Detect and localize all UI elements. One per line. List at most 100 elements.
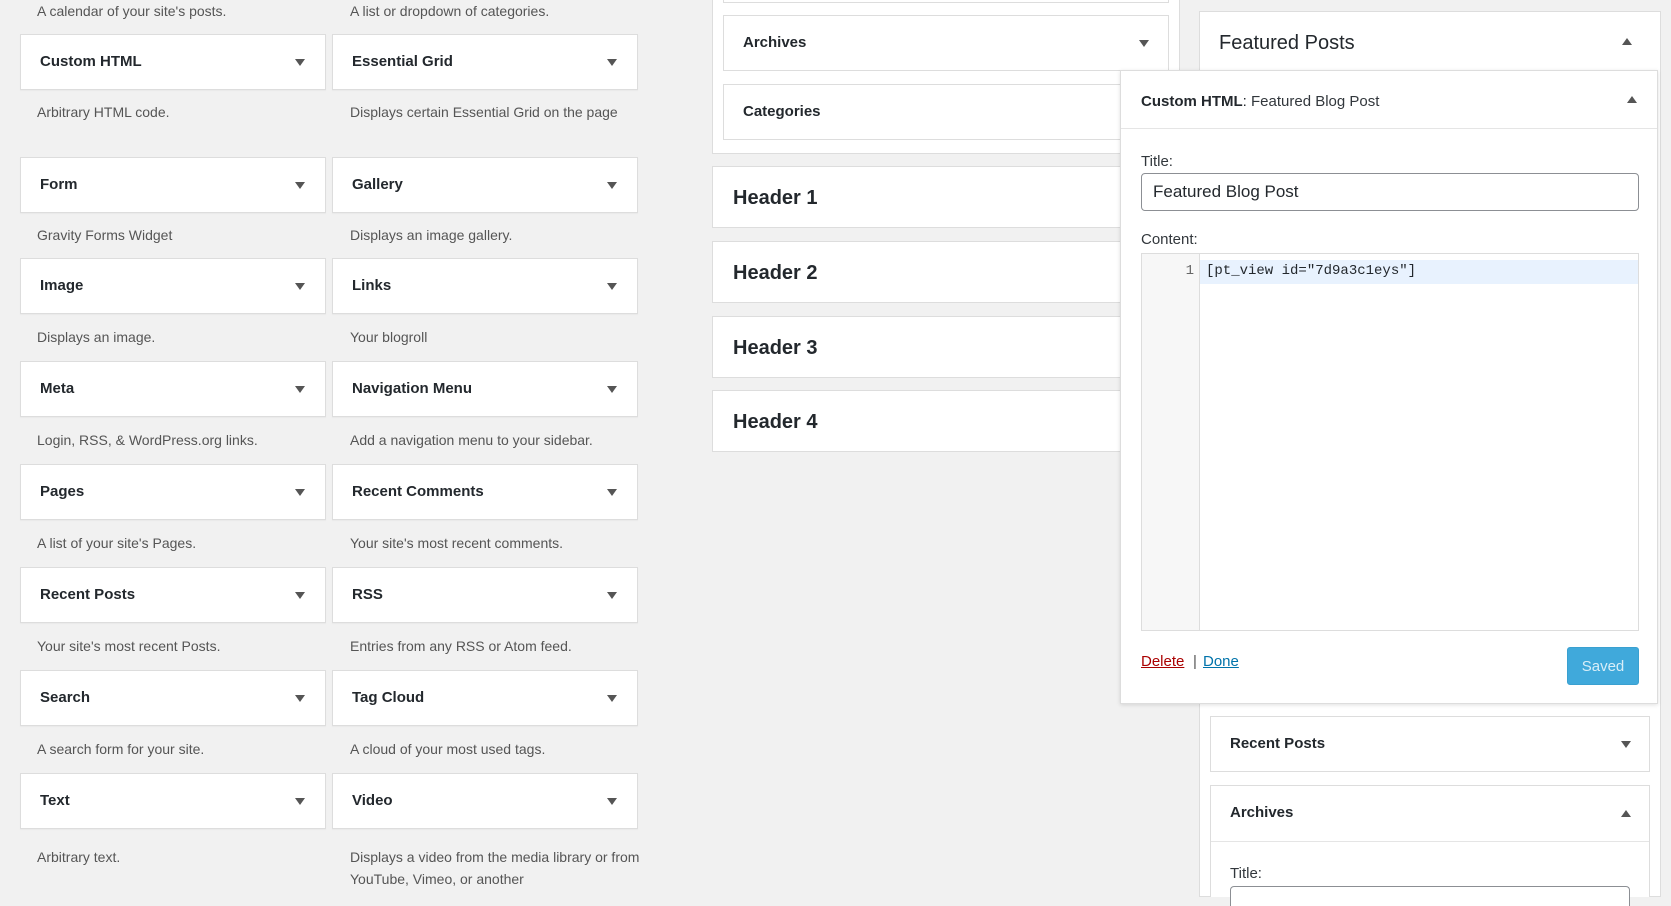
- chevron-down-icon[interactable]: [295, 182, 305, 189]
- widget-title: Pages: [40, 483, 85, 500]
- sidebar-widget-categories[interactable]: Categories: [723, 84, 1169, 140]
- widget-tag-cloud[interactable]: Tag Cloud: [332, 670, 638, 726]
- widget-links[interactable]: Links: [332, 258, 638, 314]
- widget-description: Entries from any RSS or Atom feed.: [350, 638, 572, 654]
- link-separator: |: [1193, 653, 1197, 670]
- line-number: 1: [1185, 263, 1194, 279]
- chevron-down-icon[interactable]: [295, 695, 305, 702]
- chevron-down-icon[interactable]: [607, 283, 617, 290]
- chevron-down-icon[interactable]: [1621, 741, 1631, 748]
- widget-heading: Custom HTML: Featured Blog Post: [1141, 93, 1379, 110]
- chevron-down-icon[interactable]: [295, 283, 305, 290]
- heading-separator: :: [1242, 93, 1247, 110]
- sidebar-title: Header 4: [733, 411, 818, 433]
- sidebar-title: Header 1: [733, 187, 818, 209]
- featured-widget-archives[interactable]: Archives Title:: [1210, 785, 1650, 906]
- sidebar-widget-archives[interactable]: Archives: [723, 15, 1169, 71]
- chevron-down-icon[interactable]: [607, 798, 617, 805]
- widget-description: Add a navigation menu to your sidebar.: [350, 432, 593, 448]
- content-label: Content:: [1141, 231, 1198, 248]
- title-label: Title:: [1230, 865, 1262, 882]
- chevron-down-icon[interactable]: [607, 182, 617, 189]
- widget-pages[interactable]: Pages: [20, 464, 326, 520]
- done-link[interactable]: Done: [1203, 653, 1239, 670]
- title-input[interactable]: [1141, 173, 1639, 211]
- chevron-up-icon[interactable]: [1622, 38, 1632, 45]
- widget-title: Recent Posts: [1230, 735, 1326, 752]
- widget-title: Text: [40, 792, 70, 809]
- featured-widget-recent-posts[interactable]: Recent Posts: [1210, 716, 1650, 772]
- widget-video[interactable]: Video: [332, 773, 638, 829]
- chevron-down-icon[interactable]: [607, 592, 617, 599]
- widget-header[interactable]: Custom HTML: Featured Blog Post: [1121, 71, 1657, 129]
- chevron-down-icon[interactable]: [1139, 40, 1149, 47]
- chevron-up-icon[interactable]: [1627, 96, 1637, 103]
- chevron-down-icon[interactable]: [607, 489, 617, 496]
- widget-description: A list of your site's Pages.: [37, 535, 197, 551]
- widget-title: Meta: [40, 380, 75, 397]
- widget-description: Your site's most recent comments.: [350, 535, 564, 551]
- chevron-down-icon[interactable]: [607, 695, 617, 702]
- widget-recent-comments[interactable]: Recent Comments: [332, 464, 638, 520]
- widget-description: Arbitrary HTML code.: [37, 104, 170, 120]
- sidebar-header-4[interactable]: Header 4: [712, 390, 1122, 452]
- sidebar-title: Header 3: [733, 337, 818, 359]
- line-gutter: 1: [1142, 254, 1200, 630]
- widget-description: Login, RSS, & WordPress.org links.: [37, 432, 258, 448]
- widget-title: Links: [352, 277, 392, 294]
- widget-rss[interactable]: RSS: [332, 567, 638, 623]
- chevron-down-icon[interactable]: [607, 59, 617, 66]
- widget-recent-posts[interactable]: Recent Posts: [20, 567, 326, 623]
- sidebar-header-1[interactable]: Header 1: [712, 166, 1122, 228]
- widget-title: RSS: [352, 586, 383, 603]
- chevron-up-icon[interactable]: [1621, 810, 1631, 817]
- widget-title: Video: [352, 792, 393, 809]
- widget-image[interactable]: Image: [20, 258, 326, 314]
- widget-text[interactable]: Text: [20, 773, 326, 829]
- chevron-down-icon[interactable]: [295, 59, 305, 66]
- saved-button[interactable]: Saved: [1567, 647, 1639, 685]
- widget-instance-title: Featured Blog Post: [1251, 93, 1380, 110]
- code-editor[interactable]: 1 [pt_view id="7d9a3c1eys"]: [1141, 253, 1639, 631]
- custom-html-widget-editor: Custom HTML: Featured Blog Post Title: C…: [1120, 70, 1658, 704]
- widget-navigation-menu[interactable]: Navigation Menu: [332, 361, 638, 417]
- widget-description: Your blogroll: [350, 329, 428, 345]
- widget-description: Displays an image.: [37, 329, 156, 345]
- widget-title: Archives: [1230, 804, 1294, 821]
- chevron-down-icon[interactable]: [295, 386, 305, 393]
- widget-form[interactable]: Form: [20, 157, 326, 213]
- widget-meta[interactable]: Meta: [20, 361, 326, 417]
- widget-description: Displays an image gallery.: [350, 227, 513, 243]
- widget-description: Displays certain Essential Grid on the p…: [350, 104, 618, 120]
- sidebar-header-2[interactable]: Header 2: [712, 241, 1122, 303]
- widget-essential-grid[interactable]: Essential Grid: [332, 34, 638, 90]
- chevron-down-icon[interactable]: [295, 798, 305, 805]
- delete-link[interactable]: Delete: [1141, 653, 1184, 670]
- widget-title: Essential Grid: [352, 53, 453, 70]
- widget-description: A cloud of your most used tags.: [350, 741, 546, 757]
- sidebar-header-3[interactable]: Header 3: [712, 316, 1122, 378]
- chevron-down-icon[interactable]: [607, 386, 617, 393]
- widget-header[interactable]: Archives: [1211, 786, 1649, 842]
- widget-title: Categories: [743, 103, 821, 120]
- widget-title: Gallery: [352, 176, 403, 193]
- widget-title: Image: [40, 277, 84, 294]
- sidebar-title: Header 2: [733, 262, 818, 284]
- widget-custom-html[interactable]: Custom HTML: [20, 34, 326, 90]
- widget-title: Search: [40, 689, 91, 706]
- widget-title: Archives: [743, 34, 807, 51]
- widget-title: Custom HTML: [40, 53, 142, 70]
- widget-description: A search form for your site.: [37, 741, 205, 757]
- widget-description: Gravity Forms Widget: [37, 227, 173, 243]
- widget-description: Arbitrary text.: [37, 849, 121, 865]
- chevron-down-icon[interactable]: [295, 592, 305, 599]
- widget-gallery[interactable]: Gallery: [332, 157, 638, 213]
- widget-search[interactable]: Search: [20, 670, 326, 726]
- title-input[interactable]: [1230, 886, 1630, 906]
- widget-type: Custom HTML: [1141, 93, 1243, 110]
- chevron-down-icon[interactable]: [295, 489, 305, 496]
- code-line[interactable]: [pt_view id="7d9a3c1eys"]: [1206, 263, 1416, 279]
- widget-title: Form: [40, 176, 78, 193]
- widget-title: Navigation Menu: [352, 380, 473, 397]
- widget-description: A list or dropdown of categories.: [350, 3, 550, 19]
